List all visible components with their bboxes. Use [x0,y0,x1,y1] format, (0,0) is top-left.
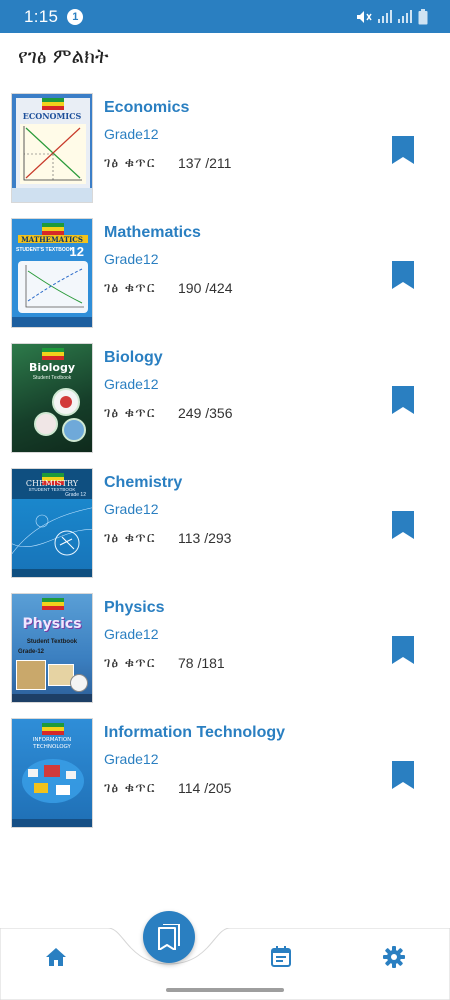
status-icons [356,8,428,25]
book-title[interactable]: Mathematics [104,224,201,242]
bookmark-icon[interactable] [392,386,414,414]
bookmark-icon[interactable] [392,136,414,164]
notification-badge: 1 [67,8,84,25]
list-item[interactable]: Physics Student Textbook Grade-12 Physic… [0,593,450,718]
signal-icon [378,10,392,23]
bookmarks-fab-button[interactable] [143,911,195,963]
book-title[interactable]: Information Technology [104,724,285,742]
page-count: 78 /181 [178,655,225,671]
book-grade: Grade12 [104,126,159,142]
page-number-label: ገፅ ቁጥር [104,655,156,671]
bookmark-icon[interactable] [392,261,414,289]
bookmark-icon[interactable] [392,636,414,664]
page-count: 114 /205 [178,780,232,796]
mute-icon [357,10,372,23]
book-list: ECONOMICS Economics Grade12 ገፅ ቁጥር 137 /… [0,93,450,843]
book-cover-economics: ECONOMICS [11,93,93,203]
page-number-label: ገፅ ቁጥር [104,780,156,796]
list-item[interactable]: MATHEMATICS STUDENT'S TEXTBOOK 12 Mathem… [0,218,450,343]
settings-icon[interactable] [383,946,405,968]
home-indicator [166,988,284,992]
book-cover-mathematics: MATHEMATICS STUDENT'S TEXTBOOK 12 [11,218,93,328]
book-title[interactable]: Physics [104,599,164,617]
book-cover-biology: Biology Student Textbook [11,343,93,453]
list-item[interactable]: ECONOMICS Economics Grade12 ገፅ ቁጥር 137 /… [0,93,450,218]
signal-icon [398,10,412,23]
status-bar: 1:15 1 [0,0,450,33]
page-number-label: ገፅ ቁጥር [104,530,156,546]
book-cover-information-technology: INFORMATION TECHNOLOGY [11,718,93,828]
bookmark-icon[interactable] [392,511,414,539]
page-count: 113 /293 [178,530,232,546]
page-count: 249 /356 [178,405,233,421]
list-item[interactable]: Biology Student Textbook Biology Grade12… [0,343,450,468]
book-title[interactable]: Biology [104,349,163,367]
page-count: 190 /424 [178,280,233,296]
book-grade: Grade12 [104,751,159,767]
page-number-label: ገፅ ቁጥር [104,155,156,171]
book-cover-physics: Physics Student Textbook Grade-12 [11,593,93,703]
book-cover-chemistry: CHEMISTRY STUDENT TEXTBOOK Grade 12 [11,468,93,578]
page-title: የገፅ ምልክት [18,44,109,68]
book-grade: Grade12 [104,376,159,392]
list-item[interactable]: CHEMISTRY STUDENT TEXTBOOK Grade 12 Chem… [0,468,450,593]
book-grade: Grade12 [104,251,159,267]
page-number-label: ገፅ ቁጥር [104,280,156,296]
book-grade: Grade12 [104,501,159,517]
battery-icon [418,8,428,24]
bookmarks-icon [158,924,180,950]
calendar-icon[interactable] [271,946,291,967]
status-time: 1:15 [24,6,59,26]
page-number-label: ገፅ ቁጥር [104,405,156,421]
home-icon[interactable] [46,948,66,966]
list-item[interactable]: INFORMATION TECHNOLOGY Information Techn… [0,718,450,843]
book-title[interactable]: Chemistry [104,474,182,492]
page-count: 137 /211 [178,155,232,171]
book-grade: Grade12 [104,626,159,642]
bookmark-icon[interactable] [392,761,414,789]
book-title[interactable]: Economics [104,99,189,117]
